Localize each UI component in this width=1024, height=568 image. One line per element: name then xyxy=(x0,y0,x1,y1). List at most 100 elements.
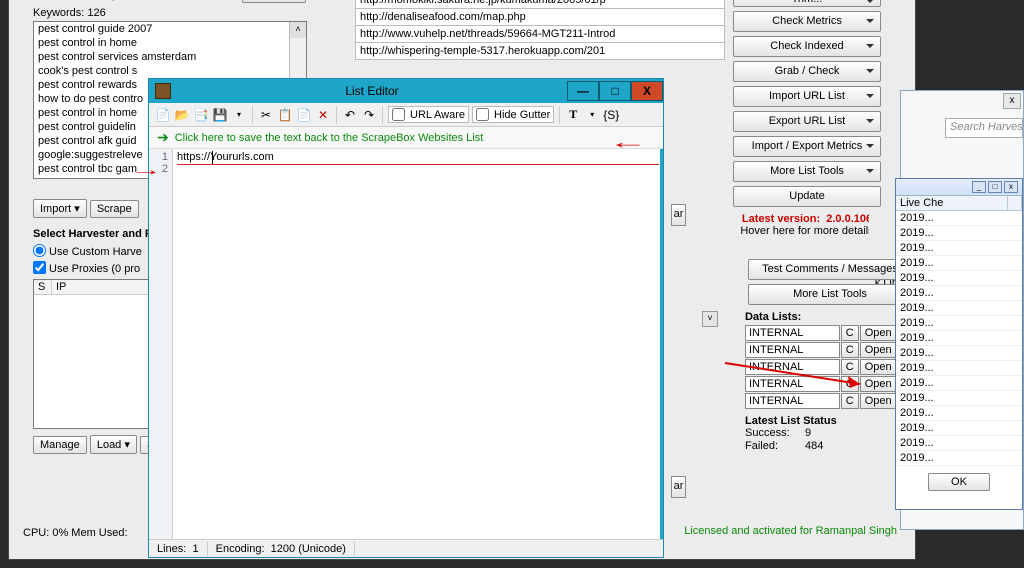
rt-export-url-list-button[interactable]: Export URL List xyxy=(733,111,881,132)
copy-files-icon[interactable]: 📑 xyxy=(193,107,209,123)
keyword-item[interactable]: cook's pest control s xyxy=(34,64,306,78)
import-button[interactable]: Import ▾ xyxy=(33,199,87,218)
rt-import-url-list-button[interactable]: Import URL List xyxy=(733,86,881,107)
keyword-item[interactable]: pest control services amsterdam xyxy=(34,50,306,64)
manage-button[interactable]: Manage xyxy=(33,436,87,454)
text-dd-icon[interactable]: ▾ xyxy=(584,107,600,123)
data-list-name[interactable]: INTERNAL xyxy=(745,359,840,375)
harvested-url-list[interactable]: http://momokiki.sakura.ne.jp/kumakuma/20… xyxy=(355,0,725,60)
live-row[interactable]: 2019... xyxy=(896,301,1022,316)
rt-check-metrics-button[interactable]: Check Metrics xyxy=(733,11,881,32)
editor-close-button[interactable]: X xyxy=(631,81,663,101)
data-list-c-button[interactable]: C xyxy=(841,393,859,409)
data-list-name[interactable]: INTERNAL xyxy=(745,325,840,341)
hover-hint: Hover here for more details xyxy=(740,225,873,237)
custom-footprint-radio[interactable]: Custom Footprint xyxy=(33,0,133,1)
copy-icon[interactable]: 📋 xyxy=(277,107,293,123)
editor-minimize-button[interactable]: — xyxy=(567,81,599,101)
data-list-c-button[interactable]: C xyxy=(841,342,859,358)
editor-maximize-button[interactable]: □ xyxy=(599,81,631,101)
live-max-icon[interactable]: □ xyxy=(988,181,1002,193)
url-aware-checkbox[interactable]: URL Aware xyxy=(388,106,469,123)
editor-titlebar[interactable]: List Editor — □ X xyxy=(149,79,663,103)
live-row[interactable]: 2019... xyxy=(896,226,1022,241)
live-row[interactable]: 2019... xyxy=(896,451,1022,466)
live-col[interactable]: Live Che xyxy=(896,196,1008,210)
undo-icon[interactable]: ↶ xyxy=(342,107,358,123)
save-dd-icon[interactable]: ▾ xyxy=(231,107,247,123)
redo-icon[interactable]: ↷ xyxy=(361,107,377,123)
live-min-icon[interactable]: _ xyxy=(972,181,986,193)
s-brace-icon[interactable]: {S} xyxy=(603,107,619,123)
data-list-name[interactable]: INTERNAL xyxy=(745,342,840,358)
cut-ar-button1[interactable]: ar xyxy=(671,204,686,226)
load-button[interactable]: Load ▾ xyxy=(90,435,137,454)
live-row[interactable]: 2019... xyxy=(896,271,1022,286)
side-panel-close-button[interactable]: x xyxy=(1003,93,1021,109)
open-file-icon[interactable]: 📂 xyxy=(174,107,190,123)
data-list-open-button[interactable]: Open xyxy=(860,376,897,392)
keyword-item[interactable]: pest control guide 2007 xyxy=(34,22,306,36)
trim-button[interactable]: Trim... xyxy=(733,0,881,7)
data-list-c-button[interactable]: C xyxy=(841,376,859,392)
paste-icon[interactable]: 📄 xyxy=(296,107,312,123)
platforms-radio[interactable]: Platforms xyxy=(154,0,216,1)
live-row[interactable]: 2019... xyxy=(896,211,1022,226)
data-list-name[interactable]: INTERNAL xyxy=(745,376,840,392)
rt-more-list-tools-button[interactable]: More List Tools xyxy=(733,161,881,182)
rt-check-indexed-button[interactable]: Check Indexed xyxy=(733,36,881,57)
data-list-open-button[interactable]: Open xyxy=(860,325,897,341)
text-tool-icon[interactable]: T xyxy=(565,107,581,123)
hide-gutter-checkbox[interactable]: Hide Gutter xyxy=(472,106,554,123)
editor-save-hint-bar[interactable]: ➔ Click here to save the text back to th… xyxy=(149,127,663,149)
data-list-c-button[interactable]: C xyxy=(841,325,859,341)
delete-icon[interactable]: ✕ xyxy=(315,107,331,123)
url-row[interactable]: http://denaliseafood.com/map.php xyxy=(355,9,725,26)
live-row[interactable]: 2019... xyxy=(896,256,1022,271)
url-row[interactable]: http://www.vuhelp.net/threads/59664-MGT2… xyxy=(355,26,725,43)
save-icon[interactable]: 💾 xyxy=(212,107,228,123)
live-row[interactable]: 2019... xyxy=(896,421,1022,436)
keyword-item[interactable]: pest control in home xyxy=(34,36,306,50)
platforms-button[interactable]: Platforms xyxy=(242,0,306,3)
live-row[interactable]: 2019... xyxy=(896,376,1022,391)
live-rows[interactable]: 2019...2019...2019...2019...2019...2019.… xyxy=(896,211,1022,467)
live-row[interactable]: 2019... xyxy=(896,436,1022,451)
more-list-tools-button2[interactable]: More List Tools xyxy=(748,284,912,305)
small-dd-arrow[interactable]: ˅ xyxy=(702,311,718,327)
live-row[interactable]: 2019... xyxy=(896,286,1022,301)
rt-grab-check-button[interactable]: Grab / Check xyxy=(733,61,881,82)
live-titlebar[interactable]: _□x xyxy=(896,179,1022,196)
live-row[interactable]: 2019... xyxy=(896,361,1022,376)
live-row[interactable]: 2019... xyxy=(896,406,1022,421)
cut-ar-button2[interactable]: ar xyxy=(671,476,686,498)
live-close-icon[interactable]: x xyxy=(1004,181,1018,193)
rt-import-export-metrics-button[interactable]: Import / Export Metrics xyxy=(733,136,881,157)
green-arrow-icon: ➔ xyxy=(157,129,169,146)
live-row[interactable]: 2019... xyxy=(896,331,1022,346)
live-ok-button[interactable]: OK xyxy=(928,473,990,491)
test-comments-button[interactable]: Test Comments / Messages xyxy=(748,259,912,280)
editor-text-area[interactable]: https://Yoururls.com xyxy=(173,149,663,539)
editor-title: List Editor xyxy=(177,84,567,98)
status-bar: CPU: 0% Mem Used: xyxy=(23,527,128,539)
rt-update-button[interactable]: Update xyxy=(733,186,881,207)
data-list-name[interactable]: INTERNAL xyxy=(745,393,840,409)
new-file-icon[interactable]: 📄 xyxy=(155,107,171,123)
scrape-button[interactable]: Scrape xyxy=(90,200,139,218)
data-list-open-button[interactable]: Open xyxy=(860,342,897,358)
license-label: Licensed and activated for Ramanpal Sing… xyxy=(684,525,897,537)
search-harvester-input[interactable]: Search Harveste xyxy=(945,118,1023,138)
live-row[interactable]: 2019... xyxy=(896,346,1022,361)
scroll-up-icon[interactable]: ˄ xyxy=(290,22,306,38)
url-row[interactable]: http://momokiki.sakura.ne.jp/kumakuma/20… xyxy=(355,0,725,9)
live-row[interactable]: 2019... xyxy=(896,241,1022,256)
data-list-open-button[interactable]: Open xyxy=(860,359,897,375)
live-row[interactable]: 2019... xyxy=(896,316,1022,331)
cut-icon[interactable]: ✂ xyxy=(258,107,274,123)
data-list-open-button[interactable]: Open xyxy=(860,393,897,409)
data-list-c-button[interactable]: C xyxy=(841,359,859,375)
ip-col-s[interactable]: S xyxy=(34,280,52,294)
live-row[interactable]: 2019... xyxy=(896,391,1022,406)
url-row[interactable]: http://whispering-temple-5317.herokuapp.… xyxy=(355,43,725,60)
